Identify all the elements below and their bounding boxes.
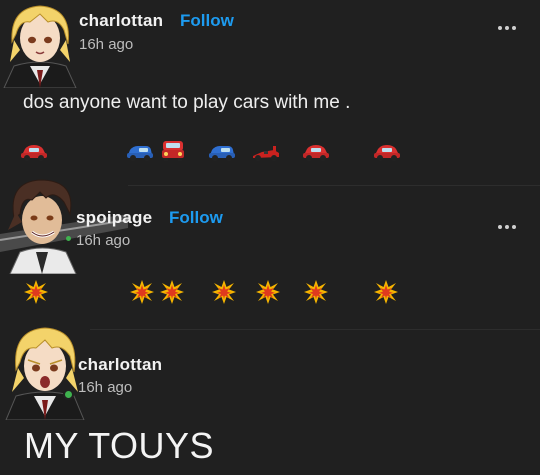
collision-icon [160, 280, 184, 304]
timestamp: 16h ago [76, 232, 131, 249]
avatar[interactable] [0, 316, 90, 420]
collision-icon [212, 280, 236, 304]
avatar[interactable] [0, 0, 80, 88]
username[interactable]: charlottan [78, 355, 162, 375]
collision-icon [130, 280, 154, 304]
race-car-icon [253, 146, 279, 161]
red-car-icon [162, 141, 184, 161]
timestamp: 16h ago [78, 379, 133, 396]
collision-icon [374, 280, 398, 304]
collision-icon [304, 280, 328, 304]
more-options-icon[interactable] [498, 222, 520, 232]
blue-car-icon [209, 146, 235, 161]
collision-icon [24, 280, 48, 304]
blue-car-icon [127, 146, 153, 161]
post-2: spoipage Follow 16h ago [0, 174, 540, 330]
username[interactable]: spoipage [76, 208, 152, 228]
collision-icon [256, 280, 280, 304]
red-car-icon [21, 145, 47, 161]
post-3: charlottan 16h ago MY TOUYS [0, 316, 540, 475]
red-car-icon [303, 145, 329, 161]
online-indicator [63, 389, 74, 400]
follow-button[interactable]: Follow [180, 11, 234, 31]
more-options-icon[interactable] [498, 23, 520, 33]
post-1: charlottan Follow 16h ago dos anyone wan… [0, 0, 540, 186]
timestamp: 16h ago [79, 36, 134, 53]
username[interactable]: charlottan [79, 11, 163, 31]
red-car-icon [374, 145, 400, 161]
post-text: dos anyone want to play cars with me . [23, 92, 351, 113]
online-indicator [66, 236, 71, 241]
post-text: MY TOUYS [24, 425, 215, 466]
follow-button[interactable]: Follow [169, 208, 223, 228]
